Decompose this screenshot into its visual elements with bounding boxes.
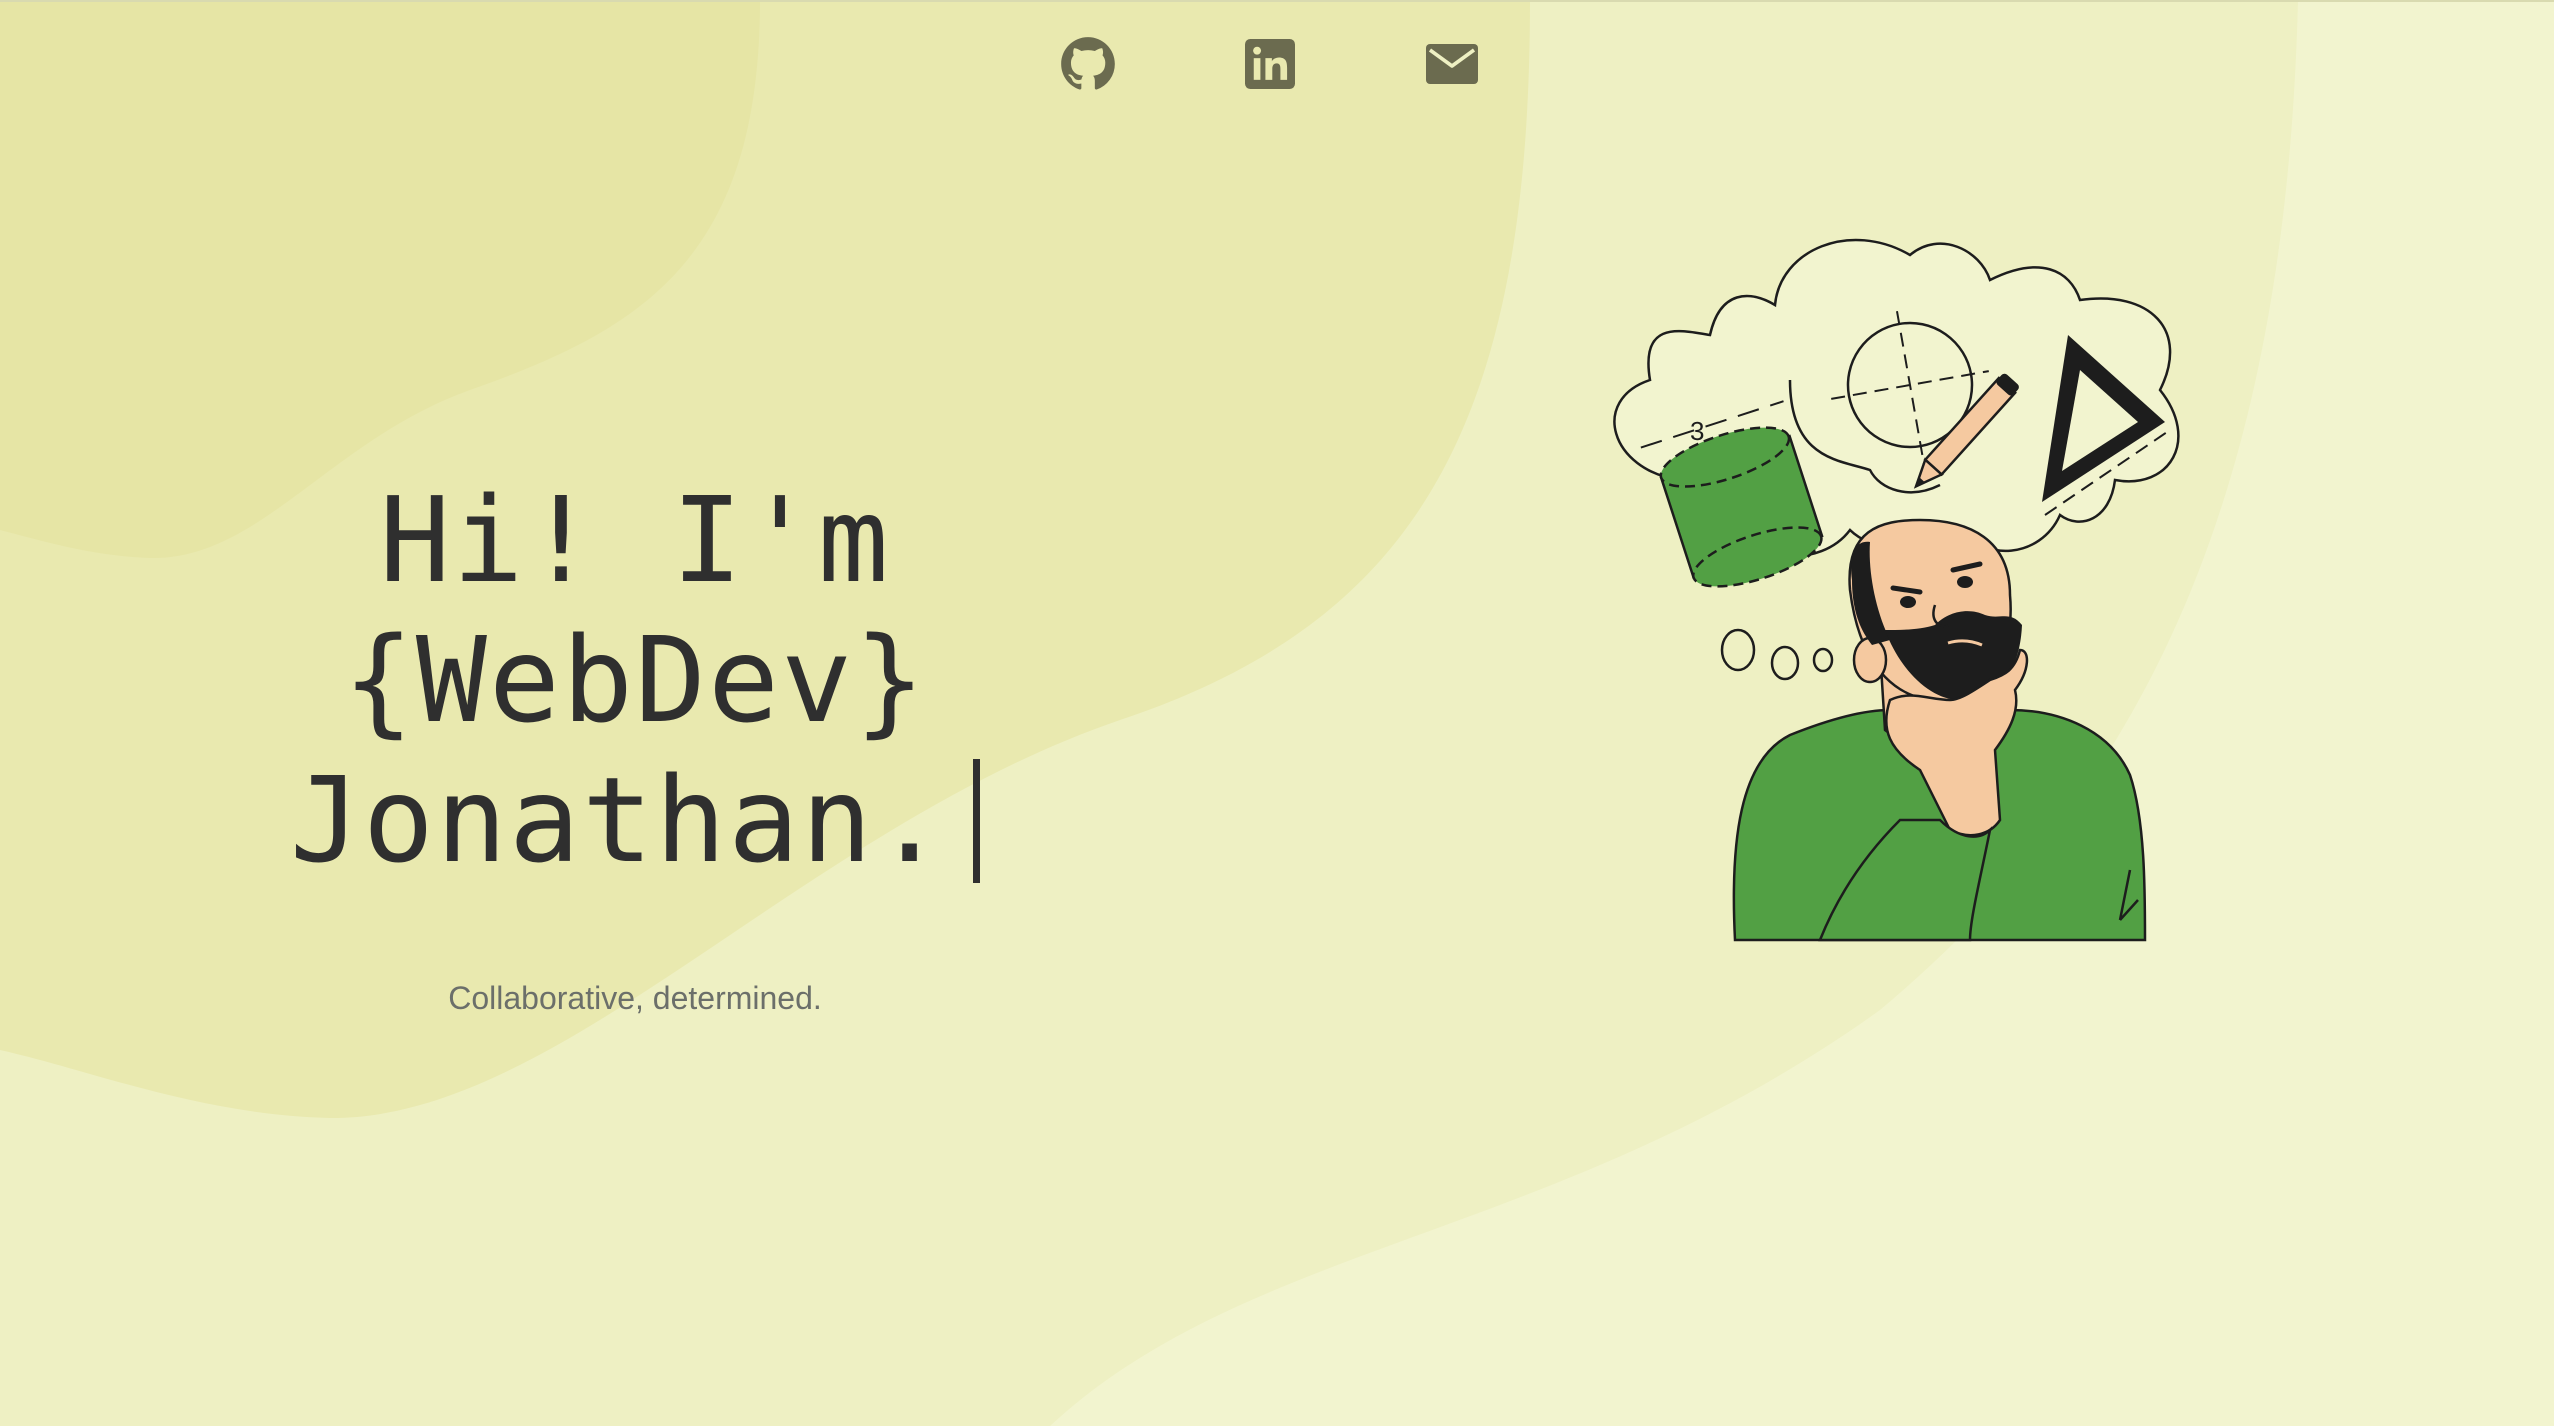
email-link[interactable] [1424,36,1480,92]
github-icon [1061,37,1115,90]
dimension-label: 3 [1690,416,1704,446]
github-link[interactable] [1060,36,1116,92]
hero-line-name-wrap: Jonathan. [170,750,1100,890]
mail-icon [1426,44,1478,84]
hero-heading: Hi! I'm {WebDev} Jonathan. [170,470,1100,890]
thought-bubble-medium [1770,645,1800,681]
tagline: Collaborative, determined. [448,980,822,1016]
linkedin-icon [1245,39,1295,89]
hero-line-name: Jonathan. [289,751,948,889]
thinking-developer-illustration: 3 [1613,238,2180,942]
thought-bubble-small [1812,647,1834,673]
thought-bubble-large [1720,628,1756,672]
hero-line-role: {WebDev} [342,611,928,749]
linkedin-link[interactable] [1242,36,1298,92]
social-nav [1060,34,1480,94]
page: Hi! I'm {WebDev} Jonathan. Collaborative… [0,0,2554,1426]
typing-cursor [973,759,981,883]
hero-line-greeting: Hi! I'm [379,471,891,609]
